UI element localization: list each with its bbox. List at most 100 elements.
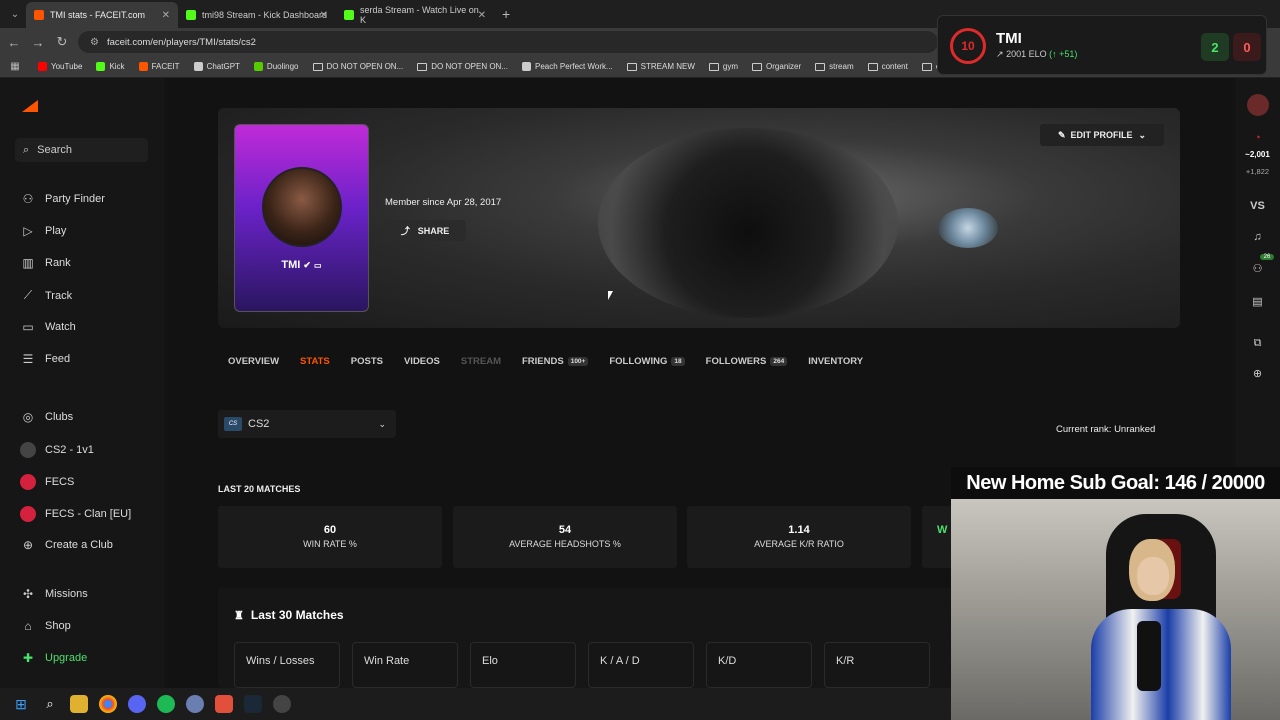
browser-tab-kick-dashboard[interactable]: tmi98 Stream - Kick Dashboard ✕: [178, 2, 336, 28]
party-icon[interactable]: ⧉: [1235, 337, 1280, 350]
tab-followers[interactable]: FOLLOWERS 264: [706, 356, 788, 367]
sidebar-item-feed[interactable]: ☰ Feed: [20, 352, 70, 366]
new-tab-button[interactable]: +: [502, 6, 510, 22]
last30-stat-label: K/R: [836, 655, 855, 667]
bookmark-item[interactable]: Duolingo: [253, 62, 299, 71]
sidebar-item-upgrade[interactable]: ✚ Upgrade: [20, 651, 87, 665]
tab-videos[interactable]: VIDEOS: [404, 356, 440, 367]
brave-icon[interactable]: [215, 695, 233, 713]
sidebar-item-label: Rank: [45, 257, 71, 269]
close-icon[interactable]: ✕: [162, 10, 170, 21]
back-icon[interactable]: ←: [2, 35, 26, 50]
bookmark-item[interactable]: FACEIT: [138, 62, 180, 71]
friends-icon[interactable]: ⚇: [1235, 262, 1280, 275]
forward-icon[interactable]: →: [26, 35, 50, 50]
edit-profile-button[interactable]: ✎ EDIT PROFILE ⌄: [1040, 124, 1164, 146]
close-icon[interactable]: ✕: [320, 10, 328, 21]
tab-friends[interactable]: FRIENDS 100+: [522, 356, 589, 367]
tab-stats[interactable]: STATS: [300, 356, 330, 367]
last30-stat-card: K / A / D: [588, 642, 694, 688]
sidebar-item-label: Party Finder: [45, 193, 105, 205]
game-select[interactable]: CS CS2 ⌄: [218, 410, 396, 438]
sidebar-item-track[interactable]: ⟋ Track: [20, 288, 72, 303]
bookmark-item[interactable]: STREAM NEW: [626, 62, 695, 71]
sidebar-club-item[interactable]: FECS - Clan [EU]: [20, 506, 131, 522]
bookmark-item[interactable]: Organizer: [752, 62, 801, 71]
sidebar-item-play[interactable]: ▷ Play: [20, 224, 66, 238]
elo-widget-name: TMI: [996, 30, 1022, 47]
sidebar-club-item[interactable]: CS2 - 1v1: [20, 442, 94, 458]
url-input[interactable]: ⚙ faceit.com/en/players/TMI/stats/cs2: [78, 31, 938, 53]
last30-stat-card: Elo: [470, 642, 576, 688]
create-club-button[interactable]: ⊕ Create a Club: [20, 538, 113, 552]
sidebar-item-label: Watch: [45, 321, 76, 333]
last30-stat-card: K/R: [824, 642, 930, 688]
search-input[interactable]: ⌕ Search: [15, 138, 148, 162]
track-icon: ⟋: [23, 288, 33, 302]
tab-following[interactable]: FOLLOWING 18: [609, 356, 685, 367]
chrome-icon[interactable]: [99, 695, 117, 713]
chevron-down-icon: ⌄: [378, 418, 386, 429]
apps-icon[interactable]: ▦: [0, 61, 30, 72]
obs-icon[interactable]: [273, 695, 291, 713]
tab-posts[interactable]: POSTS: [351, 356, 383, 367]
shop-icon: ⌂: [24, 619, 32, 633]
steam-icon[interactable]: [244, 695, 262, 713]
file-explorer-icon[interactable]: [70, 695, 88, 713]
last30-stat-label: Wins / Losses: [246, 655, 315, 667]
folder-icon: [626, 62, 637, 71]
close-icon[interactable]: ✕: [478, 10, 486, 21]
discord-icon[interactable]: [128, 695, 146, 713]
user-avatar[interactable]: [1235, 94, 1280, 119]
spotify-icon[interactable]: [157, 695, 175, 713]
bell-icon[interactable]: ♫: [1235, 231, 1280, 243]
bookmark-item[interactable]: stream: [815, 62, 854, 71]
stat-card: 54 AVERAGE HEADSHOTS %: [453, 506, 677, 568]
bookmark-item[interactable]: gym: [708, 62, 738, 71]
last30-stat-label: K / A / D: [600, 655, 640, 667]
bookmark-item[interactable]: Peach Perfect Work...: [522, 62, 613, 71]
rank-icon: ▥: [22, 256, 34, 270]
tab-overview[interactable]: OVERVIEW: [228, 356, 279, 367]
vs-button[interactable]: VS: [1235, 200, 1280, 212]
bookmark-item[interactable]: DO NOT OPEN ON...: [312, 62, 403, 71]
folder-icon: [815, 62, 826, 71]
browser-tab-kick-watch[interactable]: serda Stream - Watch Live on K ✕: [336, 2, 494, 28]
tab-label: VIDEOS: [403, 356, 440, 367]
add-icon[interactable]: ⊕: [1235, 367, 1280, 380]
stat-label: WIN RATE %: [303, 539, 357, 549]
sidebar-item-watch[interactable]: ▭ Watch: [20, 320, 76, 334]
bookmark-label: Organizer: [766, 62, 802, 71]
bookmark-item[interactable]: Kick: [96, 62, 125, 71]
sidebar-item-party-finder[interactable]: ⚇ Party Finder: [20, 192, 105, 206]
tab-inventory[interactable]: INVENTORY: [808, 356, 863, 367]
faceit-logo-icon[interactable]: [22, 100, 38, 112]
sidebar-item-rank[interactable]: ▥ Rank: [20, 256, 71, 270]
bookmark-item[interactable]: content: [867, 62, 908, 71]
windows-start-icon[interactable]: ⊞: [12, 695, 30, 713]
app-icon[interactable]: [186, 695, 204, 713]
share-button[interactable]: ⤴ SHARE: [384, 220, 466, 241]
share-icon: ⤴: [400, 226, 410, 236]
avatar[interactable]: [262, 167, 342, 247]
sidebar-item-missions[interactable]: ✣ Missions: [20, 587, 88, 601]
rail-elo-delta: +1,822: [1245, 167, 1270, 176]
search-icon[interactable]: ⌕: [41, 695, 59, 713]
sidebar-item-shop[interactable]: ⌂ Shop: [20, 619, 71, 633]
chat-icon[interactable]: ▤: [1235, 295, 1280, 308]
rail-elo: ~2,001: [1245, 150, 1270, 159]
bookmark-item[interactable]: ChatGPT: [193, 62, 240, 71]
folder-icon: [312, 62, 323, 71]
tab-stream[interactable]: STREAM: [461, 356, 501, 367]
sidebar-item-clubs[interactable]: ◎ Clubs: [20, 410, 73, 424]
level-icon: ◔: [1254, 132, 1261, 144]
reload-icon[interactable]: ↻: [50, 34, 74, 50]
tab-search-icon[interactable]: ⌄: [4, 4, 26, 24]
sidebar-club-item[interactable]: FECS: [20, 474, 74, 490]
sidebar-item-label: Shop: [45, 620, 71, 632]
browser-tab-faceit[interactable]: TMI stats - FACEIT.com ✕: [26, 2, 178, 28]
bookmark-label: Kick: [109, 62, 125, 71]
site-info-icon[interactable]: ⚙: [90, 37, 99, 48]
bookmark-item[interactable]: YouTube: [38, 62, 82, 71]
bookmark-item[interactable]: DO NOT OPEN ON...: [417, 62, 508, 71]
